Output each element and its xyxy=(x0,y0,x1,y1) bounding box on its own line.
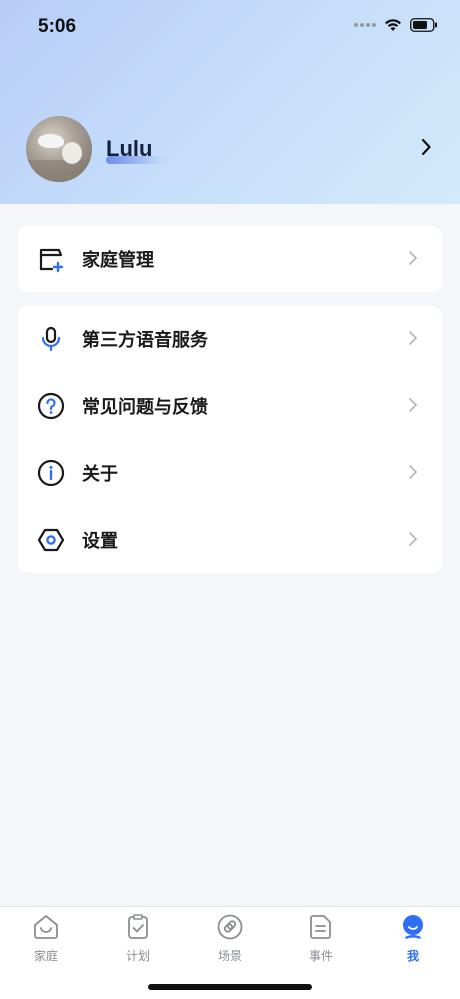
menu-item-label: 常见问题与反馈 xyxy=(82,397,208,417)
menu-item-label: 设置 xyxy=(82,531,118,551)
home-indicator xyxy=(148,984,312,990)
scene-tab-icon xyxy=(217,914,243,940)
profile-row[interactable]: Lulu xyxy=(26,116,436,182)
home-management-icon xyxy=(36,244,66,274)
menu-item-home-management[interactable]: 家庭管理 xyxy=(18,226,442,292)
settings-icon xyxy=(36,525,66,555)
wifi-icon xyxy=(385,19,401,31)
tab-label: 场景 xyxy=(217,949,242,963)
tab-label: 计划 xyxy=(125,949,150,963)
battery-icon xyxy=(410,18,437,32)
tab-event[interactable]: 事件 xyxy=(291,913,351,973)
chevron-right-icon xyxy=(409,465,417,479)
tab-label: 家庭 xyxy=(33,949,58,963)
cellular-signal-icon xyxy=(354,23,376,27)
status-time: 5:06 xyxy=(38,16,77,37)
plan-tab-icon xyxy=(128,914,148,939)
menu-card-services: 第三方语音服务 常见问题与反馈 关于 设置 xyxy=(18,306,442,573)
home-tab-icon xyxy=(34,915,58,939)
tab-label: 我 xyxy=(406,949,419,963)
avatar[interactable] xyxy=(26,116,92,182)
menu-item-voice-service[interactable]: 第三方语音服务 xyxy=(18,306,442,372)
tab-scene[interactable]: 场景 xyxy=(200,913,260,973)
tab-plan[interactable]: 计划 xyxy=(108,913,168,973)
me-tab-icon xyxy=(403,915,423,939)
menu-item-about[interactable]: 关于 xyxy=(18,440,442,506)
status-bar: 5:06 xyxy=(0,0,460,56)
tab-label: 事件 xyxy=(308,949,333,963)
question-icon xyxy=(36,391,66,421)
menu-item-label: 关于 xyxy=(82,464,118,484)
menu-item-settings[interactable]: 设置 xyxy=(18,507,442,573)
tab-me[interactable]: 我 xyxy=(383,913,443,973)
menu-card-home: 家庭管理 xyxy=(18,226,442,292)
tab-home[interactable]: 家庭 xyxy=(16,913,76,973)
username-wrap: Lulu xyxy=(106,136,164,164)
chevron-right-icon xyxy=(409,398,417,412)
microphone-icon xyxy=(36,324,66,354)
chevron-right-icon[interactable] xyxy=(420,138,432,156)
info-icon xyxy=(36,458,66,488)
event-tab-icon xyxy=(310,915,331,939)
menu-item-faq-feedback[interactable]: 常见问题与反馈 xyxy=(18,373,442,439)
chevron-right-icon xyxy=(409,532,417,546)
profile-header: 5:06 Lulu xyxy=(0,0,460,204)
chevron-right-icon xyxy=(409,331,417,345)
chevron-right-icon xyxy=(409,251,417,265)
username: Lulu xyxy=(106,136,153,161)
menu-item-label: 第三方语音服务 xyxy=(82,330,208,350)
status-indicators xyxy=(354,18,438,32)
menu-item-label: 家庭管理 xyxy=(82,250,154,270)
